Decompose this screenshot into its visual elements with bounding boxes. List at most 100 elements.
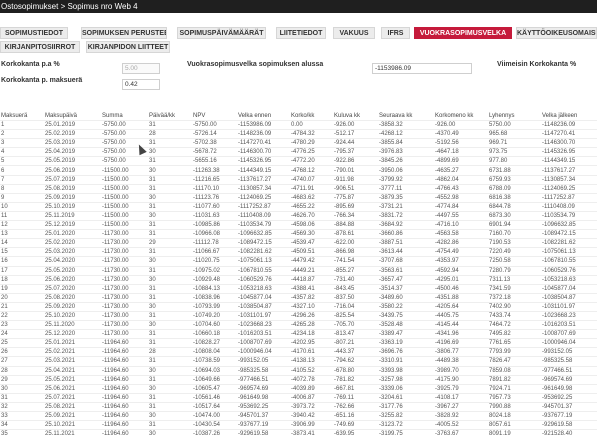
table-row[interactable]: 27 25.03.2021 -11964.60 31 -10738.59 -993152.… bbox=[0, 356, 597, 367]
table-cell: -961649.98 bbox=[237, 392, 290, 403]
table-cell: -953692.25 bbox=[237, 401, 290, 412]
table-cell: 17 bbox=[0, 265, 44, 276]
table-row[interactable]: 23 25.11.2020 -11730.00 30 -10704.60 -1023668… bbox=[0, 320, 597, 330]
table-cell: -11964.60 bbox=[101, 338, 148, 348]
table-cell: -895.69 bbox=[333, 201, 378, 212]
table-row[interactable]: 4 25.04.2019 -5750.00 30 -5678.72 -1146300.70… bbox=[0, 147, 597, 157]
table-row[interactable]: 16 25.04.2020 -11730.00 30 -11020.75 -1075061… bbox=[0, 256, 597, 266]
table-row[interactable]: 3 25.03.2019 -5750.00 31 -5702.38 -1147270.41… bbox=[0, 138, 597, 148]
tab-vuokrasopimusvelka[interactable]: VUOKRASOPIMUSVELKA bbox=[414, 27, 512, 39]
table-row[interactable]: 21 25.09.2020 -11730.00 30 -10793.99 -1038504… bbox=[0, 301, 597, 312]
table-row[interactable]: 32 25.08.2021 -11964.60 31 -10517.64 -953692.… bbox=[0, 401, 597, 412]
table-row[interactable]: 33 25.09.2021 -11964.60 30 -10474.00 -945701.… bbox=[0, 410, 597, 421]
table-row[interactable]: 25 25.01.2021 -11964.60 31 -10828.27 -1008707… bbox=[0, 338, 597, 348]
table-row[interactable]: 9 25.09.2019 -11500.00 30 -11123.76 -1124069.… bbox=[0, 192, 597, 203]
table-cell: -3950.06 bbox=[378, 165, 434, 176]
table-cell: -11123.76 bbox=[192, 192, 237, 203]
table-cell: -4563.58 bbox=[434, 229, 488, 239]
table-row[interactable]: 35 25.11.2021 -11964.60 30 -10387.26 -929619.… bbox=[0, 429, 597, 439]
table-cell: -1146300.70 bbox=[237, 147, 290, 157]
table-cell: -769.11 bbox=[333, 392, 378, 403]
table-cell: 22 bbox=[0, 310, 44, 321]
column-header[interactable]: Päivää/kk bbox=[148, 112, 192, 121]
table-cell: 25.01.2020 bbox=[44, 229, 101, 239]
table-cell: -10966.08 bbox=[192, 229, 237, 239]
korkokanta-maksuera-input[interactable] bbox=[122, 79, 160, 90]
table-cell: 25.07.2019 bbox=[44, 174, 101, 185]
tab-kirjanpitosiirrot[interactable]: KIRJANPITOSIIRROT bbox=[0, 41, 80, 53]
table-cell: -1144349.15 bbox=[541, 156, 597, 166]
table-row[interactable]: 1 25.01.2019 -5750.00 31 -5750.00 -1153986.09… bbox=[0, 119, 597, 130]
table-cell: 16 bbox=[0, 256, 44, 266]
table-cell: -11964.60 bbox=[101, 365, 148, 376]
tab-kirjanpidon-liitteet[interactable]: KIRJANPIDON LIITTEET bbox=[86, 41, 170, 53]
table-cell: -4683.62 bbox=[290, 192, 333, 203]
tab-ifrs[interactable]: IFRS bbox=[381, 27, 410, 39]
column-header[interactable]: Maksuerä bbox=[0, 112, 44, 121]
column-header[interactable]: Korko/kk bbox=[290, 112, 333, 121]
table-row[interactable]: 30 25.06.2021 -11964.60 30 -10605.47 -969574.… bbox=[0, 383, 597, 394]
velka-alussa-input[interactable] bbox=[372, 63, 472, 74]
table-row[interactable]: 8 25.08.2019 -11500.00 31 -11170.10 -1130857.… bbox=[0, 183, 597, 194]
table-row[interactable]: 5 25.05.2019 -5750.00 31 -5655.16 -1145326.95… bbox=[0, 156, 597, 166]
column-header[interactable]: Kuluva kk bbox=[333, 112, 378, 121]
tab-sopimustiedot[interactable]: SOPIMUSTIEDOT bbox=[0, 27, 68, 39]
table-row[interactable]: 10 25.10.2019 -11500.00 31 -11077.60 -1117252… bbox=[0, 201, 597, 212]
table-cell: -985325.58 bbox=[541, 356, 597, 367]
table-row[interactable]: 34 25.10.2021 -11964.60 31 -10430.54 -937677.… bbox=[0, 420, 597, 430]
table-row[interactable]: 24 25.12.2020 -11730.00 31 -10660.18 -1016203… bbox=[0, 329, 597, 339]
table-row[interactable]: 18 25.06.2020 -11730.00 30 -10929.48 -1060529… bbox=[0, 274, 597, 285]
tab-kayttooikeusomaisuus[interactable]: KÄYTTÖOIKEUSOMAISUU bbox=[516, 27, 597, 39]
table-row[interactable]: 7 25.07.2019 -11500.00 31 -11216.65 -1137617.… bbox=[0, 174, 597, 185]
table-row[interactable]: 2 25.02.2019 -5750.00 28 -5726.14 -1148236.09… bbox=[0, 129, 597, 139]
column-header[interactable]: Korkomeno kk bbox=[434, 112, 488, 121]
table-cell: -4497.55 bbox=[434, 210, 488, 221]
table-cell: 8024.18 bbox=[488, 410, 541, 421]
table-cell: -4772.20 bbox=[290, 156, 333, 166]
table-row[interactable]: 28 25.04.2021 -11964.60 30 -10694.03 -985325.… bbox=[0, 365, 597, 376]
table-cell: -4784.32 bbox=[290, 129, 333, 139]
tab-sopimuksen-perusteet[interactable]: SOPIMUKSEN PERUSTEET bbox=[81, 27, 167, 39]
table-cell: -11730.00 bbox=[101, 283, 148, 294]
table-row[interactable]: 13 25.01.2020 -11730.00 31 -10966.08 -1096632… bbox=[0, 229, 597, 239]
table-row[interactable]: 22 25.10.2020 -11730.00 31 -10749.20 -1031101… bbox=[0, 310, 597, 321]
column-header[interactable]: Maksupäivä bbox=[44, 112, 101, 121]
korkokanta-input[interactable] bbox=[122, 63, 160, 74]
table-row[interactable]: 31 25.07.2021 -11964.60 31 -10561.46 -961649.… bbox=[0, 392, 597, 403]
column-header[interactable]: Seuraava kk bbox=[378, 112, 434, 121]
tab-sopimuspaivamaarat[interactable]: SOPIMUSPÄIVÄMÄÄRÄT bbox=[177, 27, 266, 39]
table-cell: -4509.51 bbox=[290, 247, 333, 257]
column-header[interactable]: Summa bbox=[101, 112, 148, 121]
column-header[interactable]: Velka ennen bbox=[237, 112, 290, 121]
table-cell: 6759.93 bbox=[488, 174, 541, 185]
column-header[interactable]: Velka jälkeen bbox=[541, 112, 597, 121]
table-row[interactable]: 20 25.08.2020 -11730.00 31 -10838.96 -1045877… bbox=[0, 292, 597, 303]
table-row[interactable]: 6 25.06.2019 -11500.00 30 -11263.38 -1144349.… bbox=[0, 165, 597, 176]
table-cell: 31 bbox=[148, 338, 192, 348]
table-cell: 30 bbox=[148, 165, 192, 176]
table-row[interactable]: 15 25.03.2020 -11730.00 31 -11066.67 -1082281… bbox=[0, 247, 597, 257]
table-cell: -1067810.55 bbox=[541, 256, 597, 266]
table-row[interactable]: 11 25.11.2019 -11500.00 30 -11031.63 -1110408… bbox=[0, 210, 597, 221]
table-cell: -3940.42 bbox=[290, 410, 333, 421]
table-row[interactable]: 12 25.12.2019 -11500.00 31 -10985.86 -1103534… bbox=[0, 220, 597, 230]
table-cell: -11500.00 bbox=[101, 192, 148, 203]
table-row[interactable]: 14 25.02.2020 -11730.00 29 -11112.78 -1089472… bbox=[0, 238, 597, 248]
table-cell: -3363.19 bbox=[378, 338, 434, 348]
table-cell: 7250.58 bbox=[488, 256, 541, 266]
table-row[interactable]: 19 25.07.2020 -11730.00 31 -10884.13 -1053218… bbox=[0, 283, 597, 294]
table-row[interactable]: 29 25.05.2021 -11964.60 31 -10649.66 -977466.… bbox=[0, 374, 597, 385]
table-cell: -10793.99 bbox=[192, 301, 237, 312]
table-cell: -3731.21 bbox=[378, 201, 434, 212]
column-header[interactable]: NPV bbox=[192, 112, 237, 121]
table-cell: -741.54 bbox=[333, 256, 378, 266]
tab-liitetiedot[interactable]: LIITETIEDOT bbox=[276, 27, 326, 39]
table-cell: -3967.27 bbox=[434, 401, 488, 412]
tab-vakuus[interactable]: VAKUUS bbox=[333, 27, 375, 39]
table-cell: 25.04.2021 bbox=[44, 365, 101, 376]
table-row[interactable]: 26 25.02.2021 -11964.60 28 -10808.04 -1000946… bbox=[0, 347, 597, 357]
column-header[interactable]: Lyhennys bbox=[488, 112, 541, 121]
table-row[interactable]: 17 25.05.2020 -11730.00 31 -10975.02 -1067810… bbox=[0, 265, 597, 276]
table-cell: -937677.19 bbox=[237, 420, 290, 430]
table-cell: -1089472.15 bbox=[237, 238, 290, 248]
